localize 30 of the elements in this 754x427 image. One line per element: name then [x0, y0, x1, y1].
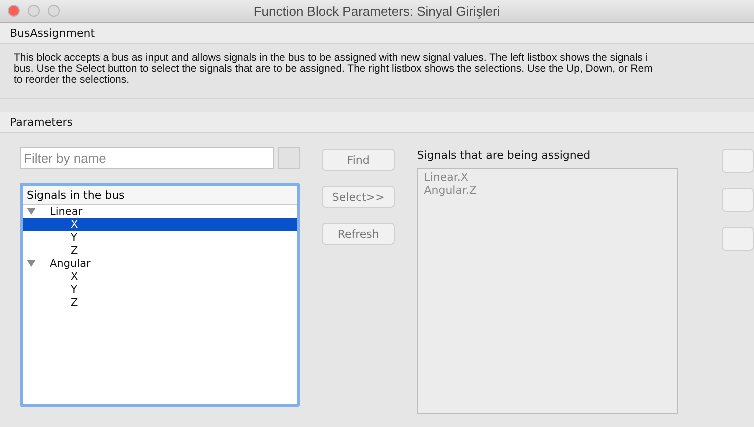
tree-item[interactable]: X — [23, 270, 297, 283]
window-title: Function Block Parameters: Sinyal Girişleri — [252, 4, 502, 18]
tree-item[interactable]: Z — [23, 244, 297, 257]
side-button[interactable] — [722, 227, 754, 251]
minimize-button[interactable] — [28, 5, 40, 17]
section-header: BusAssignment — [0, 23, 754, 44]
disclosure-triangle-icon[interactable] — [27, 208, 36, 215]
section-header: Parameters — [0, 112, 754, 133]
list-label: Signals that are being assigned — [417, 149, 592, 162]
disclosure-triangle-icon[interactable] — [27, 260, 36, 267]
action-button[interactable]: Refresh — [322, 223, 396, 245]
action-button[interactable]: Select>> — [322, 186, 396, 208]
side-button[interactable] — [722, 149, 754, 173]
tree-item[interactable]: Z — [23, 296, 297, 309]
tree-item[interactable]: X — [23, 218, 297, 231]
tree-header: Signals in the bus — [23, 186, 297, 205]
zoom-button[interactable] — [48, 5, 60, 17]
description-text: This block accepts a bus as input and allows signals in the bus to be assigned with new signal values. The left listbox shows the signals i — [14, 53, 650, 64]
tree-item[interactable]: Y — [23, 283, 297, 296]
tree-item[interactable]: Y — [23, 231, 297, 244]
description-text: to reorder the selections. — [14, 75, 131, 86]
close-button[interactable] — [8, 5, 20, 17]
tree-item[interactable]: Angular — [23, 257, 297, 270]
filter-field[interactable]: Filter by name — [20, 147, 274, 169]
filter-option-button[interactable] — [278, 147, 300, 169]
action-button[interactable]: Find — [322, 149, 396, 171]
side-button[interactable] — [722, 188, 754, 212]
description-text: bus. Use the Select button to select the signals that are to be assigned. The right listbox shows the selections. Use the Up, Down, or Rem — [14, 64, 654, 75]
tree-item[interactable]: Linear — [23, 205, 297, 218]
signal-tree[interactable]: Signals in the bus Linear X Y Z Angular X Y Z — [20, 183, 300, 407]
